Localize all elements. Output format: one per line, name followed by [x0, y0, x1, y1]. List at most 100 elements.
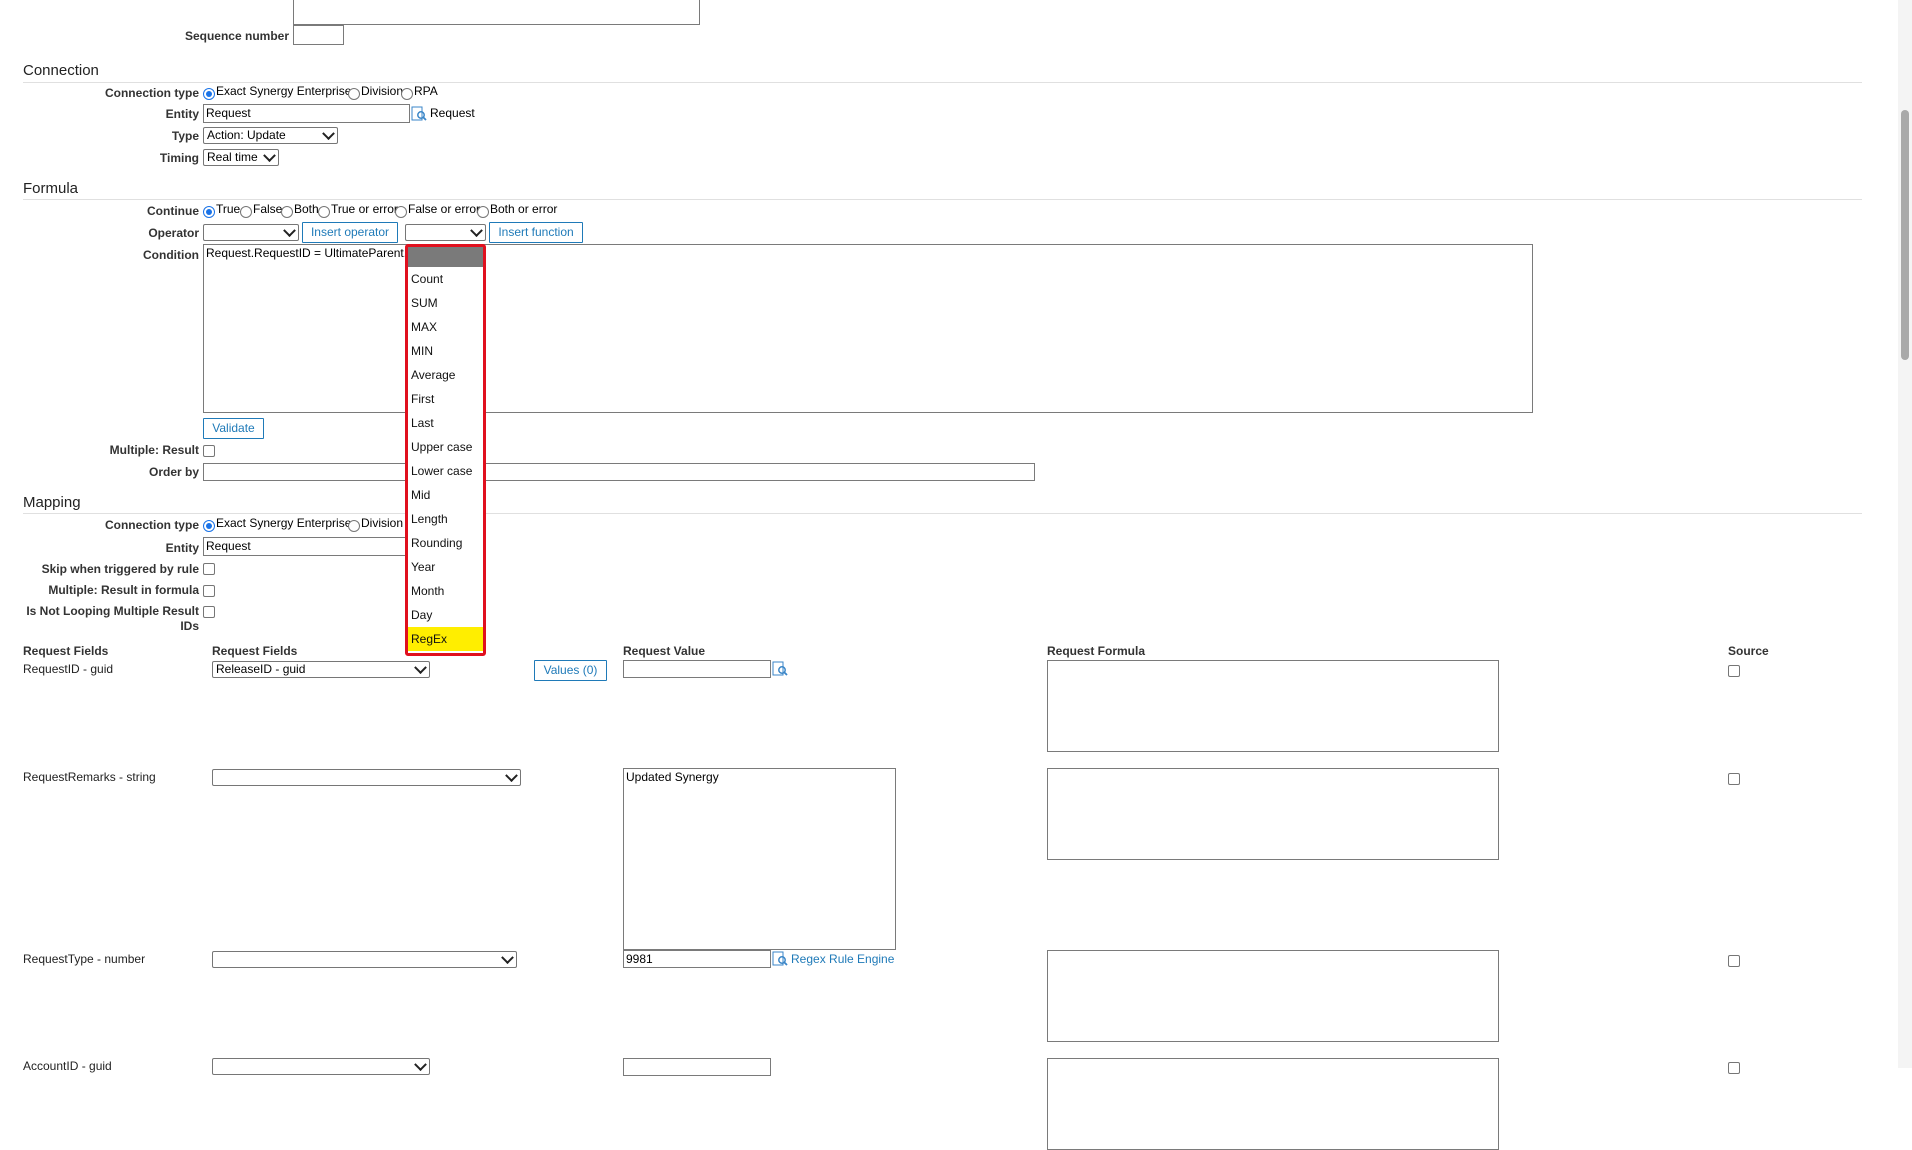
mapping-entity-label: Entity — [165, 541, 199, 555]
mapping-connection-type-label: Connection type — [104, 518, 199, 532]
row-formula-textarea[interactable] — [1047, 660, 1499, 752]
values-button[interactable]: Values (0) — [534, 660, 607, 681]
operator-select[interactable] — [203, 224, 299, 241]
chevron-down-icon — [505, 770, 518, 783]
row-value-input[interactable] — [623, 660, 771, 678]
function-option-mid[interactable]: Mid — [408, 483, 483, 507]
sequence-number-input[interactable] — [293, 25, 344, 45]
row-source-checkbox[interactable] — [1728, 1062, 1740, 1074]
continue-radio-true-or-error[interactable] — [318, 206, 330, 218]
mapping-divider — [23, 513, 1862, 514]
row-field-select[interactable] — [212, 951, 517, 968]
function-option-blank[interactable] — [408, 247, 483, 267]
scrollbar-thumb[interactable] — [1901, 110, 1909, 360]
row-source-checkbox[interactable] — [1728, 773, 1740, 785]
function-option-year[interactable]: Year — [408, 555, 483, 579]
header-request-fields-select: Request Fields — [212, 644, 298, 658]
mapping-connection-type-radio-division[interactable] — [348, 520, 360, 532]
continue-radio-true[interactable] — [203, 206, 215, 218]
connection-type-option-rpa: RPA — [414, 84, 438, 98]
connection-section-title: Connection — [23, 62, 99, 79]
condition-textarea[interactable]: Request.RequestID = UltimateParent.R — [203, 244, 1533, 413]
lookup-icon[interactable] — [411, 106, 427, 122]
row-value-textarea[interactable]: Updated Synergy — [623, 768, 896, 950]
row-formula-textarea[interactable] — [1047, 950, 1499, 1042]
row-value-input[interactable] — [623, 1058, 771, 1076]
validate-button[interactable]: Validate — [203, 418, 264, 439]
entity-input[interactable]: Request — [203, 104, 410, 123]
chevron-down-icon — [283, 225, 296, 238]
function-option-lower-case[interactable]: Lower case — [408, 459, 483, 483]
operator-label: Operator — [148, 226, 199, 240]
continue-radio-false[interactable] — [240, 206, 252, 218]
description-textarea[interactable] — [293, 0, 700, 25]
header-request-fields: Request Fields — [23, 644, 109, 658]
function-option-upper-case[interactable]: Upper case — [408, 435, 483, 459]
function-option-rounding[interactable]: Rounding — [408, 531, 483, 555]
type-select[interactable]: Action: Update — [203, 127, 338, 144]
connection-type-radio-rpa[interactable] — [401, 88, 413, 100]
connection-type-radio-exact[interactable] — [203, 88, 215, 100]
function-option-regex[interactable]: RegEx — [408, 627, 483, 651]
chevron-down-icon — [263, 150, 276, 163]
timing-select[interactable]: Real time — [203, 149, 279, 166]
formula-divider — [23, 199, 1862, 200]
type-label: Type — [171, 129, 199, 143]
row-source-checkbox[interactable] — [1728, 665, 1740, 677]
function-option-min[interactable]: MIN — [408, 339, 483, 363]
mapping-entity-input[interactable]: Request — [203, 537, 410, 556]
function-option-month[interactable]: Month — [408, 579, 483, 603]
header-source: Source — [1728, 644, 1769, 658]
not-looping-checkbox[interactable] — [203, 606, 215, 618]
row-formula-textarea[interactable] — [1047, 768, 1499, 860]
function-select[interactable] — [405, 224, 486, 241]
regex-rule-engine-link[interactable]: Regex Rule Engine — [791, 952, 894, 966]
timing-label: Timing — [159, 151, 199, 165]
row-field-name: AccountID - guid — [23, 1059, 112, 1073]
multiple-result-formula-checkbox[interactable] — [203, 585, 215, 597]
connection-type-radio-division[interactable] — [348, 88, 360, 100]
entity-lookup-text: Request — [430, 106, 475, 120]
row-field-name: RequestID - guid — [23, 662, 114, 676]
multiple-result-checkbox[interactable] — [203, 445, 215, 457]
function-option-first[interactable]: First — [408, 387, 483, 411]
skip-when-triggered-label: Skip when triggered by rule — [41, 562, 199, 576]
skip-when-triggered-checkbox[interactable] — [203, 563, 215, 575]
function-option-average[interactable]: Average — [408, 363, 483, 387]
sequence-number-label: Sequence number — [184, 29, 289, 43]
chevron-down-icon — [414, 662, 427, 675]
connection-type-label: Connection type — [104, 86, 199, 100]
multiple-result-label: Multiple: Result — [109, 443, 199, 457]
mapping-connection-type-radio-exact[interactable] — [203, 520, 215, 532]
insert-operator-button[interactable]: Insert operator — [302, 222, 398, 243]
insert-function-button[interactable]: Insert function — [489, 222, 583, 243]
continue-radio-both-or-error[interactable] — [477, 206, 489, 218]
row-field-select[interactable] — [212, 1058, 430, 1075]
function-option-max[interactable]: MAX — [408, 315, 483, 339]
function-dropdown-list[interactable]: Count SUM MAX MIN Average First Last Upp… — [405, 244, 486, 656]
function-option-last[interactable]: Last — [408, 411, 483, 435]
lookup-icon[interactable] — [772, 951, 788, 967]
continue-option-both: Both — [294, 202, 319, 216]
chevron-down-icon — [414, 1059, 427, 1072]
header-request-value: Request Value — [623, 644, 706, 658]
order-by-input[interactable] — [203, 463, 1035, 481]
continue-radio-both[interactable] — [281, 206, 293, 218]
mapping-section-title: Mapping — [23, 494, 81, 511]
function-option-count[interactable]: Count — [408, 267, 483, 291]
page-scrollbar[interactable] — [1898, 0, 1912, 1068]
row-field-select[interactable] — [212, 769, 521, 786]
continue-option-true: True — [216, 202, 241, 216]
lookup-icon[interactable] — [772, 661, 788, 677]
row-formula-textarea[interactable] — [1047, 1058, 1499, 1150]
row-source-checkbox[interactable] — [1728, 955, 1740, 967]
continue-radio-false-or-error[interactable] — [395, 206, 407, 218]
function-option-sum[interactable]: SUM — [408, 291, 483, 315]
row-field-name: RequestType - number — [23, 952, 146, 966]
function-option-day[interactable]: Day — [408, 603, 483, 627]
continue-option-true-or-error: True or error — [331, 202, 398, 216]
function-option-length[interactable]: Length — [408, 507, 483, 531]
row-value-input[interactable]: 9981 — [623, 950, 771, 968]
row-field-select[interactable]: ReleaseID - guid — [212, 661, 430, 678]
row-field-name: RequestRemarks - string — [23, 770, 156, 784]
